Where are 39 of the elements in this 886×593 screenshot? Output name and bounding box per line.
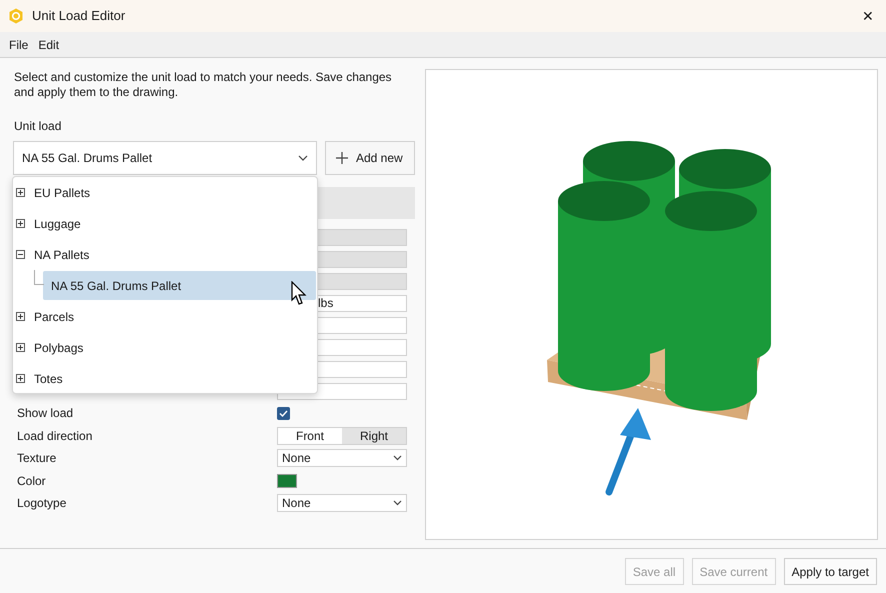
color-swatch[interactable]	[277, 474, 297, 488]
plus-icon	[336, 152, 348, 164]
tree-item[interactable]: Parcels	[34, 308, 74, 326]
caret-icon	[393, 455, 402, 462]
caret-icon	[298, 155, 308, 161]
dropdown[interactable]: None	[277, 449, 407, 468]
tree-item[interactable]: EU Pallets	[34, 184, 90, 202]
tree-item[interactable]: Polybags	[34, 338, 84, 356]
expander-icon[interactable]	[16, 250, 25, 259]
expander-icon[interactable]	[16, 374, 25, 383]
field-label: Load direction	[17, 428, 94, 445]
field-label: Texture	[17, 450, 58, 468]
tree-item[interactable]: NA Pallets	[34, 246, 90, 264]
expander-icon[interactable]	[16, 343, 25, 352]
unit-load-dropdown[interactable]: NA 55 Gal. Drums Pallet	[13, 141, 317, 175]
tree-item[interactable]: Totes	[34, 370, 63, 388]
dropdown[interactable]: None	[277, 494, 407, 512]
window-title: Unit Load Editor	[32, 7, 126, 26]
footer-button[interactable]: Apply to target	[784, 558, 877, 585]
field-label: Color	[17, 472, 47, 490]
field-label: Show load	[17, 405, 74, 422]
tree-item[interactable]: Luggage	[34, 214, 81, 232]
checkbox[interactable]	[277, 406, 290, 420]
menu-item[interactable]: Edit	[33, 36, 64, 54]
segment-tab[interactable]: Right	[342, 428, 406, 444]
unit-load-label: Unit load	[14, 118, 62, 135]
intro-text: Select and customize the unit load to match your needs. Save changes and apply them to the drawing.	[14, 70, 393, 100]
add-new-button[interactable]: Add new	[325, 141, 415, 175]
tree-item[interactable]: NA 55 Gal. Drums Pallet	[43, 271, 316, 300]
menu-item[interactable]: File	[4, 36, 34, 54]
field-label: Logotype	[17, 495, 68, 512]
app-logo-icon	[8, 8, 24, 24]
segment-tab[interactable]: Front	[278, 428, 342, 444]
cursor-icon	[291, 281, 307, 306]
close-button[interactable]: ✕	[862, 6, 874, 26]
caret-icon	[393, 500, 402, 506]
expander-icon[interactable]	[16, 188, 25, 197]
expander-icon[interactable]	[16, 312, 25, 321]
expander-icon[interactable]	[16, 219, 25, 228]
